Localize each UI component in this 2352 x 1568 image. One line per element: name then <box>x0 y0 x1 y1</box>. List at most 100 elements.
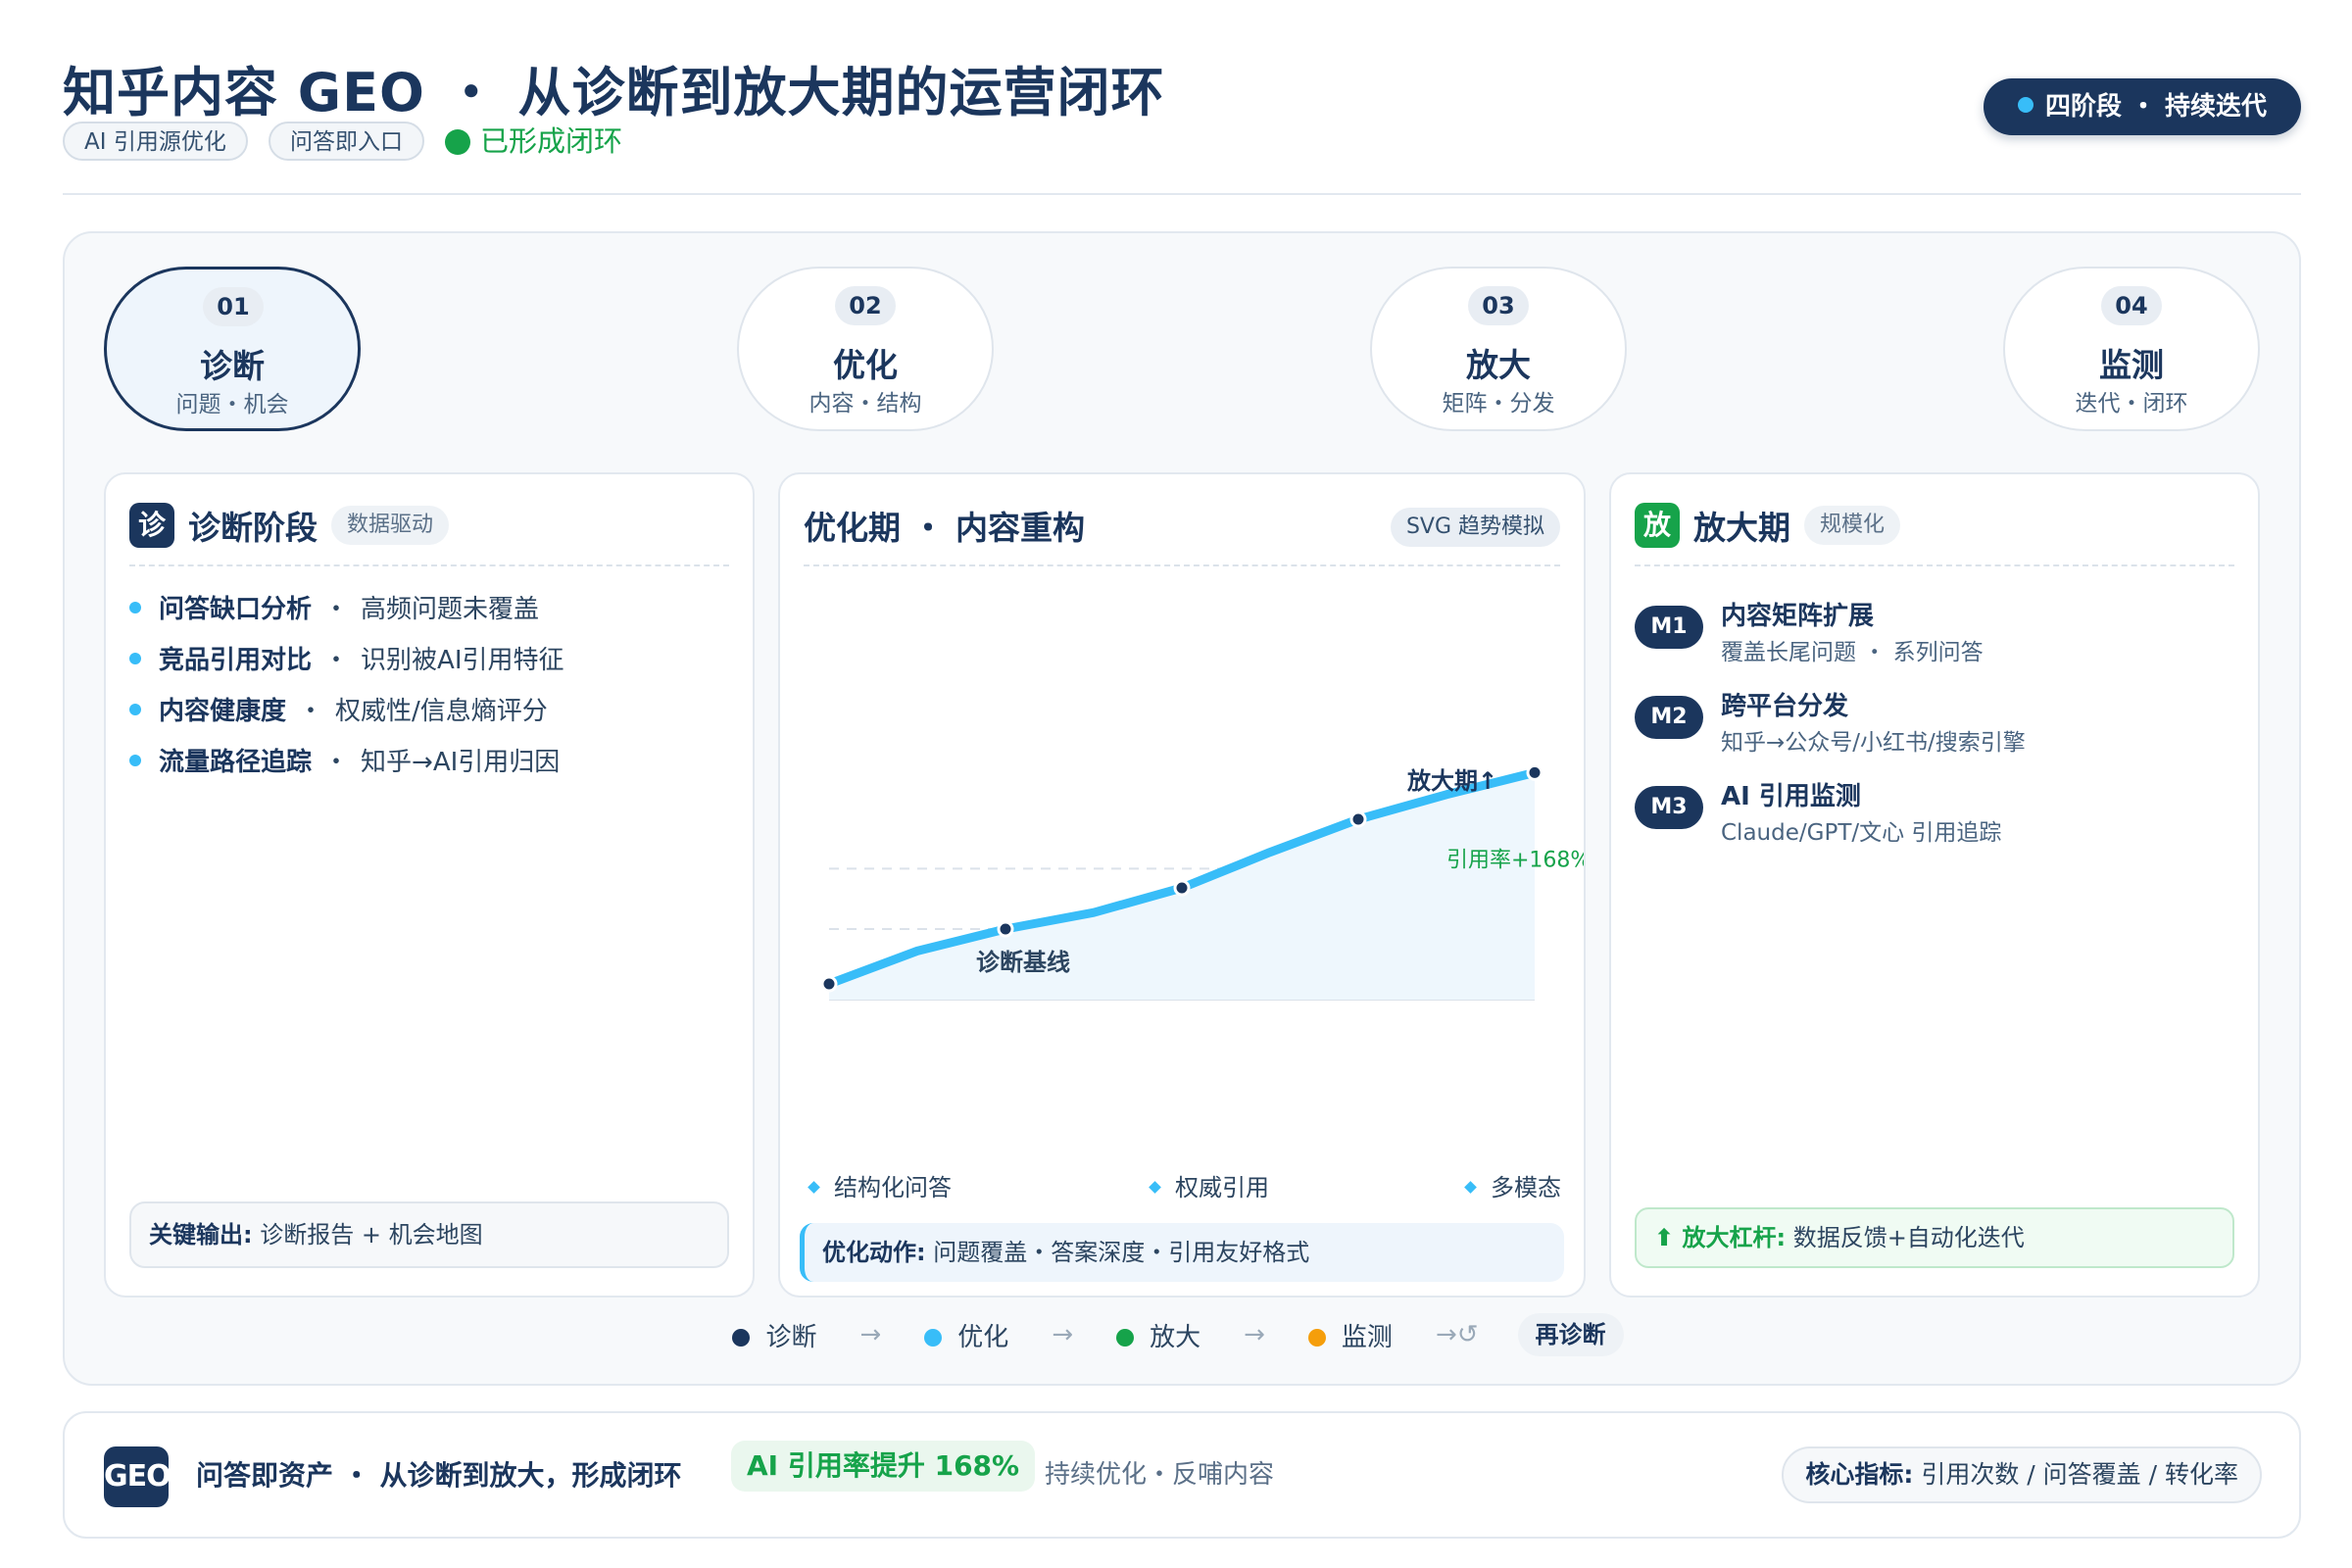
diagnosis-title: 诊断阶段 <box>188 509 318 547</box>
list-item: 问答缺口分析・高频问题未覆盖 <box>129 584 564 635</box>
stage-number: 04 <box>2101 286 2162 325</box>
item-subtitle: 覆盖长尾问题 ・ 系列问答 <box>1721 640 1984 665</box>
stage-subtitle: 问题・机会 <box>175 392 289 417</box>
diagnosis-card: 诊诊断阶段 数据驱动 问答缺口分析・高频问题未覆盖 竞品引用对比・识别被AI引用特… <box>104 472 755 1298</box>
trend-chart: 诊断基线 放大期↑ 引用率+168% <box>820 763 1584 1001</box>
rediagnose-chip[interactable]: 再诊断 <box>1517 1313 1624 1356</box>
amplification-chip: 规模化 <box>1804 506 1901 545</box>
bullet-icon <box>129 602 141 613</box>
arrow-icon: → <box>1052 1320 1074 1349</box>
divider <box>1635 564 2234 566</box>
action-label: 优化动作: <box>822 1239 926 1266</box>
status-text: 已形成闭环 <box>480 124 623 158</box>
stage-subtitle: 矩阵・分发 <box>1442 391 1555 416</box>
citation-increase-badge: AI 引用率提升 168% <box>731 1441 1036 1492</box>
footer-main-text: 问答即资产 ・ 从诊断到放大，形成闭环 <box>196 1459 682 1492</box>
bullet-icon <box>129 755 141 766</box>
metric-label: 核心指标: <box>1805 1460 1914 1489</box>
annotation-citation-rate: 引用率+168% <box>1446 848 1584 872</box>
stage-name: 诊断 <box>200 347 265 385</box>
status-indicator: 已形成闭环 <box>445 122 622 161</box>
data-point <box>1173 879 1191 897</box>
diamond-icon <box>808 1181 820 1194</box>
diamond-icon <box>1464 1181 1477 1194</box>
item-title: 跨平台分发 <box>1721 692 1849 721</box>
footer-bar: GEO 问答即资产 ・ 从诊断到放大，形成闭环 AI 引用率提升 168% 持续… <box>63 1411 2301 1539</box>
key-output-box: 关键输出: 诊断报告 + 机会地图 <box>129 1201 729 1268</box>
stage-name: 监测 <box>2099 346 2164 384</box>
m2-badge: M2 <box>1635 696 1703 739</box>
dot-icon <box>924 1328 943 1347</box>
diamond-icon <box>1149 1181 1161 1194</box>
diagnosis-list: 问答缺口分析・高频问题未覆盖 竞品引用对比・识别被AI引用特征 内容健康度・权威… <box>129 584 564 788</box>
annotation-baseline: 诊断基线 <box>976 949 1070 976</box>
list-item: 内容健康度・权威性/信息熵评分 <box>129 686 564 737</box>
m3-badge: M3 <box>1635 786 1703 829</box>
amplification-card-header: 放放大期 规模化 <box>1635 502 2234 555</box>
bullet-icon <box>129 653 141 664</box>
legend-structured-qa: 结构化问答 <box>808 1168 952 1202</box>
stage-tab-monitor[interactable]: 04 监测 迭代・闭环 <box>2003 267 2260 431</box>
stage-tab-diagnose[interactable]: 01 诊断 问题・机会 <box>104 267 361 431</box>
tag-qa-entry: 问答即入口 <box>269 122 424 161</box>
footer-secondary-text: 持续优化・反哺内容 <box>1045 1460 1275 1490</box>
status-dot-icon <box>445 129 470 155</box>
bullet-icon <box>129 704 141 715</box>
diagnosis-badge-icon: 诊 <box>129 503 174 548</box>
stage-number: 01 <box>203 287 264 326</box>
dot-icon <box>732 1328 751 1347</box>
amplification-title: 放大期 <box>1693 509 1790 547</box>
item-title: AI 引用监测 <box>1721 782 1861 811</box>
list-item: 流量路径追踪・知乎→AI引用归因 <box>129 737 564 788</box>
arrow-icon: → <box>859 1320 882 1349</box>
lever-text: 数据反馈+自动化迭代 <box>1792 1224 2025 1251</box>
stage-name: 优化 <box>833 346 898 384</box>
stage-number: 03 <box>1468 286 1529 325</box>
flow-legend: 诊断 → 优化 → 放大 → 监测 →↺ 再诊断 <box>0 1313 2352 1360</box>
stage-number: 02 <box>835 286 896 325</box>
data-point <box>1349 810 1367 828</box>
legend-authority-citation: 权威引用 <box>1149 1168 1269 1202</box>
list-item: 竞品引用对比・识别被AI引用特征 <box>129 635 564 686</box>
divider <box>129 564 729 566</box>
page-title: 知乎内容 GEO ・ 从诊断到放大期的运营闭环 <box>63 62 1165 123</box>
diagnosis-chip: 数据驱动 <box>331 506 450 545</box>
arrow-icon: → <box>1244 1320 1265 1349</box>
data-point <box>997 920 1014 938</box>
amplification-badge-icon: 放 <box>1635 503 1680 548</box>
stage-summary-pill: 四阶段 ・ 持续迭代 <box>1984 78 2301 135</box>
stage-tab-optimize[interactable]: 02 优化 内容・结构 <box>737 267 994 431</box>
core-metrics-pill: 核心指标: 引用次数 / 问答覆盖 / 转化率 <box>1782 1446 2262 1503</box>
flow-step-monitor: 监测 <box>1307 1317 1393 1353</box>
optimization-action-box: 优化动作: 问题覆盖・答案深度・引用友好格式 <box>800 1223 1564 1282</box>
data-point <box>1526 763 1544 781</box>
diagnosis-card-header: 诊诊断阶段 数据驱动 <box>129 502 729 555</box>
legend-multimodal: 多模态 <box>1464 1168 1561 1202</box>
metric-text: 引用次数 / 问答覆盖 / 转化率 <box>1921 1460 2238 1489</box>
stage-subtitle: 内容・结构 <box>808 391 922 416</box>
stage-summary-text: 四阶段 ・ 持续迭代 <box>2044 92 2268 122</box>
item-title: 内容矩阵扩展 <box>1721 602 1875 631</box>
geo-logo: GEO <box>104 1446 172 1507</box>
key-output-label: 关键输出: <box>149 1221 253 1249</box>
m1-badge: M1 <box>1635 606 1703 649</box>
action-text: 问题覆盖・答案深度・引用友好格式 <box>933 1239 1310 1266</box>
stage-name: 放大 <box>1466 346 1531 384</box>
pill-dot-icon <box>2017 97 2034 113</box>
tag-ai-source: AI 引用源优化 <box>63 122 248 161</box>
flow-step-optimize: 优化 <box>924 1317 1008 1353</box>
flow-step-diagnose: 诊断 <box>732 1317 817 1353</box>
loop-arrow-icon: →↺ <box>1435 1320 1479 1349</box>
dot-icon <box>1116 1328 1135 1347</box>
header-divider <box>63 193 2301 195</box>
stage-subtitle: 迭代・闭环 <box>2075 391 2188 416</box>
dot-icon <box>1307 1328 1326 1347</box>
amplification-card: 放放大期 规模化 M1 内容矩阵扩展 覆盖长尾问题 ・ 系列问答 M2 跨平台分发… <box>1609 472 2260 1298</box>
item-subtitle: Claude/GPT/文心 引用追踪 <box>1721 820 2002 846</box>
key-output-text: 诊断报告 + 机会地图 <box>260 1221 483 1249</box>
stage-tab-amplify[interactable]: 03 放大 矩阵・分发 <box>1370 267 1627 431</box>
lever-label: ⬆ 放大杠杆: <box>1654 1224 1787 1251</box>
data-point <box>820 975 838 993</box>
annotation-amplify: 放大期↑ <box>1406 767 1497 795</box>
item-subtitle: 知乎→公众号/小红书/搜索引擎 <box>1721 730 2026 756</box>
